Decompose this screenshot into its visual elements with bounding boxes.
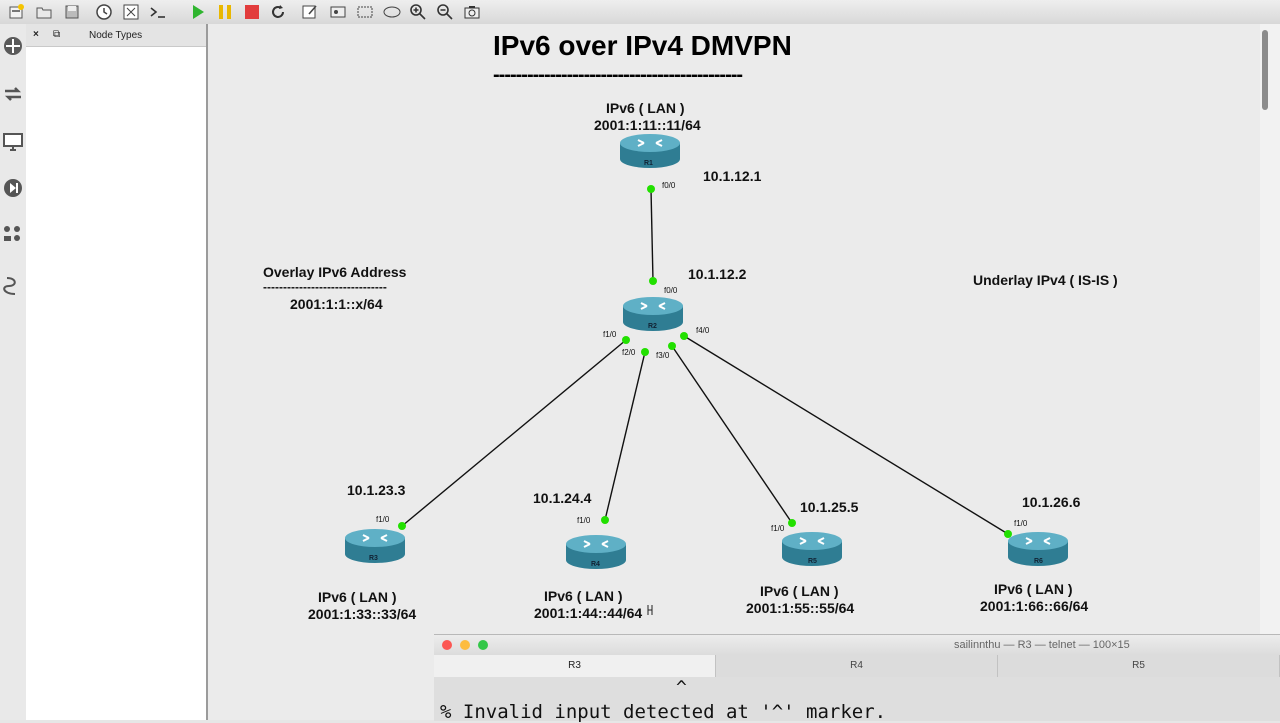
terminal-output[interactable]: ^ % Invalid input detected at '^' marker… [434,677,1280,723]
r5-name: R5 [808,558,817,565]
r6-lan-prefix: 2001:1:66::66/64 [980,598,1089,614]
r2-ip: 10.1.12.2 [688,266,747,282]
link-r2-r5[interactable] [671,345,793,524]
r5-lan-label: IPv6 ( LAN ) [760,583,839,599]
r5-ip: 10.1.25.5 [800,499,859,515]
terminal-window[interactable]: sailinnthu — R3 — telnet — 100×15 R3 R4 … [434,634,1280,723]
topology-title: IPv6 over IPv4 DMVPN [493,30,792,61]
r1-name: R1 [644,160,653,167]
router-r6[interactable]: R6 [1008,531,1068,571]
router-r2[interactable]: R2 [623,296,683,336]
r4-name: R4 [591,561,600,568]
link-status-dot [788,519,796,527]
link-status-dot [647,185,655,193]
r4-ip: 10.1.24.4 [533,490,592,506]
overlay-dashes: ------------------------------- [263,280,387,294]
mouse-cursor-icon [647,605,653,615]
r2-iface-f4: f4/0 [696,326,710,335]
terminal-tabs: R3 R4 R5 [434,655,1280,677]
router-r4[interactable]: R4 [566,534,626,574]
r1-ip: 10.1.12.1 [703,168,762,184]
r2-iface-f3: f3/0 [656,351,670,360]
link-status-dot [668,342,676,350]
minimize-window-button[interactable] [460,640,470,650]
r4-lan-label: IPv6 ( LAN ) [544,588,623,604]
r6-name: R6 [1034,558,1043,565]
title-underline: ----------------------------------------… [493,64,743,86]
r1-iface: f0/0 [662,181,676,190]
router-r5[interactable]: R5 [782,531,842,571]
underlay-label: Underlay IPv4 ( IS-IS ) [973,272,1118,288]
link-status-dot [649,277,657,285]
terminal-title: sailinnthu — R3 — telnet — 100×15 [954,639,1130,651]
r3-lan-prefix: 2001:1:33::33/64 [308,606,417,622]
r6-lan-label: IPv6 ( LAN ) [994,581,1073,597]
router-r3[interactable]: R3 [345,528,405,568]
overlay-heading: Overlay IPv6 Address [263,264,407,280]
r2-name: R2 [648,323,657,330]
r1-lan-label: IPv6 ( LAN ) [606,100,685,116]
r3-iface: f1/0 [376,515,390,524]
tab-r5[interactable]: R5 [998,655,1280,677]
r6-ip: 10.1.26.6 [1022,494,1081,510]
r4-lan-prefix: 2001:1:44::44/64 [534,605,643,621]
error-caret: ^ [676,677,687,698]
link-r2-r3[interactable] [401,339,627,527]
r1-lan-prefix: 2001:1:11::11/64 [594,117,701,133]
maximize-window-button[interactable] [478,640,488,650]
tab-r4[interactable]: R4 [716,655,998,677]
tab-r3[interactable]: R3 [434,655,716,677]
link-r2-r4[interactable] [604,351,646,521]
link-status-dot [622,336,630,344]
r2-iface-f1: f1/0 [603,330,617,339]
link-status-dot [601,516,609,524]
r3-name: R3 [369,555,378,562]
close-window-button[interactable] [442,640,452,650]
r2-iface-f0: f0/0 [664,286,678,295]
overlay-address: 2001:1:1::x/64 [290,296,383,312]
r5-lan-prefix: 2001:1:55::55/64 [746,600,855,616]
r4-iface: f1/0 [577,516,591,525]
r3-ip: 10.1.23.3 [347,482,406,498]
router-r1[interactable]: R1 [620,133,680,173]
r3-lan-label: IPv6 ( LAN ) [318,589,397,605]
link-status-dot [641,348,649,356]
r6-iface: f1/0 [1014,519,1028,528]
r2-iface-f2: f2/0 [622,348,636,357]
terminal-titlebar: sailinnthu — R3 — telnet — 100×15 [434,635,1280,656]
link-r1-r2[interactable] [650,188,654,282]
